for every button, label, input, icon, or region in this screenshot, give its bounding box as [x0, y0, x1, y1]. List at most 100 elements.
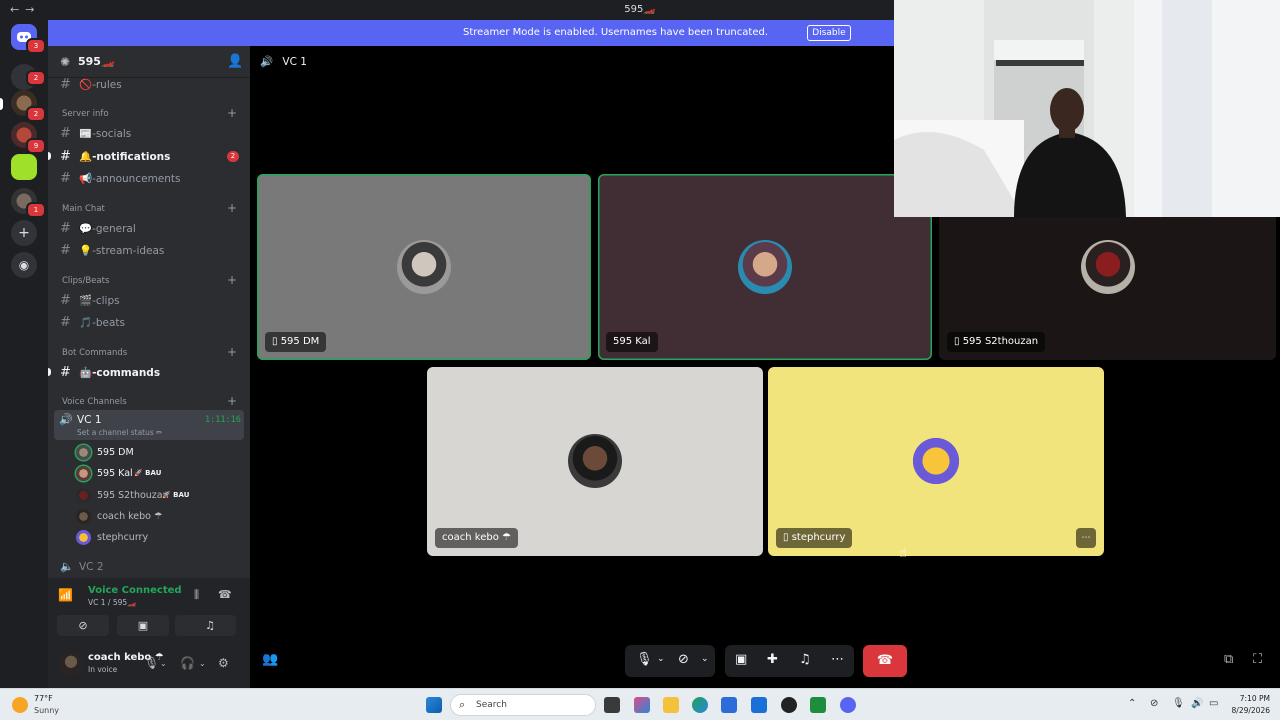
- hang-up-icon: ☎: [876, 653, 894, 668]
- server-badge: 9: [26, 138, 46, 154]
- chevron-up-icon[interactable]: ⌃: [1128, 698, 1136, 709]
- noise-suppression-icon[interactable]: ⫼: [194, 588, 199, 602]
- call-channel-name: VC 1: [282, 56, 307, 68]
- voice-user[interactable]: 595 S2thouzan 🚀 BAU: [76, 487, 236, 505]
- store-icon[interactable]: [721, 697, 737, 713]
- add-channel-icon[interactable]: +: [227, 106, 237, 120]
- avatar[interactable]: [60, 653, 82, 675]
- pop-out-icon[interactable]: ⧉: [1224, 652, 1233, 667]
- camera-off-icon[interactable]: ⊘: [678, 652, 689, 667]
- avatar: [568, 434, 622, 488]
- add-people-icon[interactable]: 👥: [262, 652, 278, 667]
- task-view-icon[interactable]: [604, 697, 620, 713]
- channel-beats[interactable]: # 🎵-beats: [56, 312, 242, 332]
- discover-icon[interactable]: ◉: [11, 252, 37, 278]
- file-explorer-icon[interactable]: [663, 697, 679, 713]
- avatar: [76, 509, 91, 524]
- add-channel-icon[interactable]: +: [227, 273, 237, 287]
- chevron-down-icon[interactable]: ⌄: [160, 659, 167, 668]
- weather-temp: 77°F: [34, 694, 53, 703]
- voice-channel-vc2[interactable]: 🔈 VC 2: [56, 558, 242, 576]
- channel-stream-ideas[interactable]: # 💡-stream-ideas: [56, 240, 242, 260]
- activities-icon[interactable]: ✚: [767, 652, 778, 667]
- app-icon[interactable]: [781, 697, 797, 713]
- channel-notifications[interactable]: # 🔔-notifications 2: [56, 146, 242, 166]
- mic-icon[interactable]: 🎙: [636, 652, 653, 667]
- disconnect-icon[interactable]: ☎: [218, 588, 232, 601]
- add-channel-icon[interactable]: +: [227, 394, 237, 408]
- voice-status-subtitle[interactable]: VC 1 / 595🏎️: [88, 598, 136, 607]
- copilot-icon[interactable]: [634, 697, 650, 713]
- leave-call-button[interactable]: ☎: [863, 645, 907, 677]
- battery-icon[interactable]: ▭: [1209, 698, 1218, 709]
- start-icon[interactable]: [426, 697, 442, 713]
- soundboard-button[interactable]: ♫: [184, 615, 236, 636]
- weather-icon[interactable]: [12, 697, 28, 713]
- category-server-info[interactable]: Server info +: [62, 106, 240, 122]
- server-icon: ✺: [60, 55, 71, 69]
- voice-user[interactable]: 595 Kal 🚀 BAU: [76, 465, 236, 483]
- category-main-chat[interactable]: Main Chat +: [62, 201, 240, 217]
- invite-icon[interactable]: 👤: [227, 54, 243, 69]
- voice-channel-vc1[interactable]: 🔊 VC 1 1:11:16 Set a channel status ✏: [54, 410, 244, 440]
- channel-sidebar: ✺ 595🏎️ 👤 # 🚫-rules Server info + # 📰-socia…: [48, 46, 250, 578]
- clock-time[interactable]: 7:10 PM: [1226, 694, 1270, 703]
- home-badge: 3: [26, 38, 46, 54]
- participant-tile[interactable]: ▯ 595 DM: [257, 174, 591, 360]
- voice-user[interactable]: stephcurry: [76, 529, 236, 547]
- channel-clips[interactable]: # 🎬-clips: [56, 290, 242, 310]
- chevron-down-icon[interactable]: ⌄: [199, 659, 206, 668]
- streamer-mode-banner: Streamer Mode is enabled. Usernames have…: [48, 20, 894, 46]
- outlook-icon[interactable]: [751, 697, 767, 713]
- edge-icon[interactable]: [692, 697, 708, 713]
- soundboard-icon[interactable]: ♫: [799, 652, 811, 667]
- server-icon-green[interactable]: [11, 154, 37, 180]
- fullscreen-icon[interactable]: ⛶: [1253, 652, 1262, 667]
- settings-gear-icon[interactable]: ⚙: [218, 656, 229, 670]
- participant-tile[interactable]: coach kebo ☂: [427, 367, 763, 556]
- channel-socials[interactable]: # 📰-socials: [56, 123, 242, 143]
- volume-icon[interactable]: 🔊: [1191, 698, 1203, 709]
- channel-status[interactable]: Set a channel status ✏: [77, 428, 162, 437]
- banner-text: Streamer Mode is enabled. Usernames have…: [463, 27, 768, 38]
- taskbar-search[interactable]: ⌕ Search: [450, 694, 596, 716]
- channel-commands[interactable]: # 🤖-commands: [56, 362, 242, 382]
- signal-icon[interactable]: 📶: [58, 588, 73, 602]
- xbox-icon[interactable]: [810, 697, 826, 713]
- channel-announcements[interactable]: # 📢-announcements: [56, 168, 242, 188]
- add-server-icon[interactable]: +: [11, 220, 37, 246]
- headphones-icon[interactable]: 🎧: [180, 656, 195, 670]
- mic-icon[interactable]: 🎙: [144, 656, 159, 670]
- more-icon[interactable]: ⋯: [831, 652, 844, 667]
- chevron-down-icon[interactable]: ⌄: [657, 654, 665, 664]
- screen-share-icon[interactable]: ▣: [735, 652, 747, 667]
- voice-user[interactable]: 595 DM: [76, 444, 236, 462]
- call-header: 🔊 VC 1: [260, 55, 307, 68]
- mic-tray-icon[interactable]: 🎙: [1172, 698, 1185, 709]
- disable-button[interactable]: Disable: [807, 25, 851, 41]
- avatar: [76, 445, 91, 460]
- channel-rules[interactable]: # 🚫-rules: [56, 74, 242, 94]
- share-screen-button[interactable]: ▣: [117, 615, 169, 636]
- more-options-button[interactable]: ⋯: [1076, 528, 1096, 548]
- participant-tile[interactable]: ▯ stephcurry ⋯: [768, 367, 1104, 556]
- mobile-icon: ▯: [272, 336, 281, 347]
- category-bot-commands[interactable]: Bot Commands +: [62, 345, 240, 361]
- voice-user[interactable]: coach kebo ☂: [76, 508, 236, 526]
- category-voice-channels[interactable]: Voice Channels +: [62, 394, 240, 410]
- network-off-icon[interactable]: ⊘: [1150, 698, 1158, 709]
- add-channel-icon[interactable]: +: [227, 201, 237, 215]
- server-badge: 1: [26, 202, 46, 218]
- chevron-down-icon[interactable]: ⌄: [701, 654, 709, 664]
- mouse-cursor-icon: ☝: [899, 546, 907, 561]
- avatar: [397, 240, 451, 294]
- camera-off-button[interactable]: ⊘: [57, 615, 109, 636]
- server-name: 595🏎️: [78, 55, 115, 68]
- server-rail: 3 2 2 9 1 + ◉: [0, 20, 48, 688]
- clock-date[interactable]: 8/29/2026: [1226, 706, 1270, 715]
- add-channel-icon[interactable]: +: [227, 345, 237, 359]
- discord-taskbar-icon[interactable]: [840, 697, 856, 713]
- channel-general[interactable]: # 💬-general: [56, 218, 242, 238]
- category-clips-beats[interactable]: Clips/Beats +: [62, 273, 240, 289]
- participant-tile[interactable]: 595 Kal: [598, 174, 932, 360]
